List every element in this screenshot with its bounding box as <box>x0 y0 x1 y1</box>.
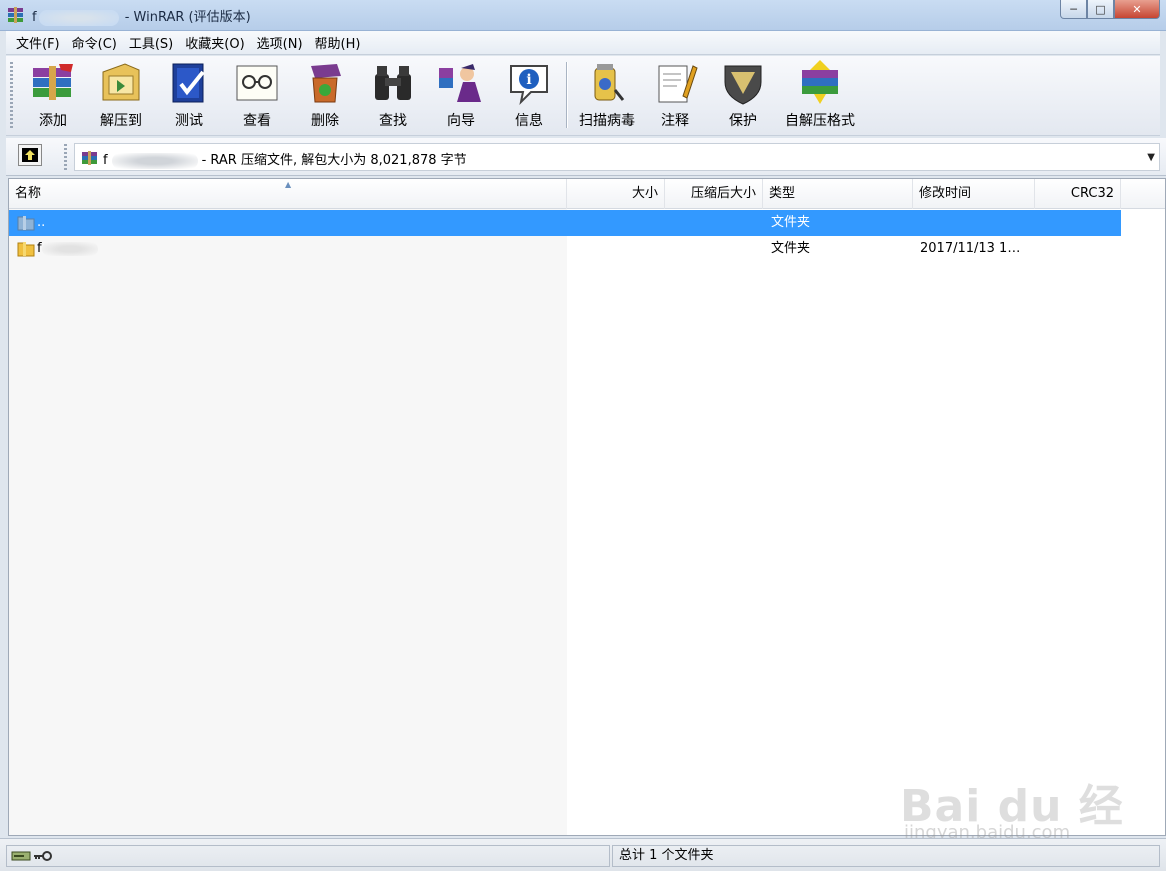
status-summary: 总计 1 个文件夹 <box>612 845 1160 867</box>
sort-ascending-icon: ▲ <box>285 180 292 189</box>
comment-icon <box>658 65 698 103</box>
redacted-folder-name <box>41 241 98 256</box>
add-label: 添加 <box>39 113 67 129</box>
test-button[interactable]: 测试 <box>156 60 222 132</box>
menu-tools[interactable]: 工具(S) <box>123 33 179 52</box>
delete-button[interactable]: 删除 <box>292 60 358 132</box>
folder-icon <box>17 242 35 257</box>
list-header: 名称 ▲ 大小 压缩后大小 类型 修改时间 CRC32 <box>9 179 1165 209</box>
scan-virus-button[interactable]: 扫描病毒 <box>572 60 642 132</box>
maximize-button[interactable]: □ <box>1087 0 1114 19</box>
toolbar-separator <box>566 62 568 128</box>
menu-help[interactable]: 帮助(H) <box>309 33 367 52</box>
svg-text:i: i <box>526 72 531 88</box>
key-icon[interactable] <box>33 850 53 862</box>
sfx-label: 自解压格式 <box>785 113 855 129</box>
window-controls: ─ □ ✕ <box>1060 0 1160 20</box>
find-label: 查找 <box>379 113 407 129</box>
drive-icon[interactable] <box>11 850 31 862</box>
status-left-pane <box>6 845 610 867</box>
wizard-button[interactable]: 向导 <box>428 60 494 132</box>
row-type: 文件夹 <box>771 241 811 256</box>
address-prefix: f <box>103 153 108 168</box>
menu-bar: 文件(F) 命令(C) 工具(S) 收藏夹(O) 选项(N) 帮助(H) <box>6 31 1160 55</box>
table-row-folder[interactable]: f 文件夹 2017/11/13 1… <box>9 236 1121 262</box>
winrar-app-icon[interactable] <box>6 5 26 25</box>
column-header-size[interactable]: 大小 <box>567 179 665 209</box>
status-bar: 总计 1 个文件夹 <box>0 838 1166 871</box>
redacted-filename <box>38 9 119 26</box>
add-archive-icon <box>33 64 73 100</box>
extract-to-button[interactable]: 解压到 <box>88 60 154 132</box>
extract-to-label: 解压到 <box>100 113 142 129</box>
menu-file[interactable]: 文件(F) <box>10 33 66 52</box>
toolbar: 添加 解压到 测试 查看 删除 查找 向导 i 信息 扫描病毒 注释 保护 自解… <box>6 56 1160 136</box>
delete-label: 删除 <box>311 113 339 129</box>
up-arrow-icon <box>22 148 38 162</box>
address-text: f - RAR 压缩文件, 解包大小为 8,021,878 字节 <box>103 149 467 169</box>
row-name: .. <box>37 215 46 230</box>
column-header-packed[interactable]: 压缩后大小 <box>665 179 763 209</box>
column-header-type[interactable]: 类型 <box>763 179 913 209</box>
view-button[interactable]: 查看 <box>224 60 290 132</box>
parent-folder-icon <box>17 216 35 231</box>
sfx-button[interactable]: 自解压格式 <box>778 60 862 132</box>
rar-archive-icon <box>82 151 97 165</box>
window-title-prefix: f <box>32 10 37 25</box>
view-label: 查看 <box>243 113 271 129</box>
address-grip[interactable] <box>64 144 67 172</box>
address-dropdown-icon[interactable]: ▼ <box>1147 152 1155 163</box>
scan-virus-label: 扫描病毒 <box>579 113 635 129</box>
add-button[interactable]: 添加 <box>20 60 86 132</box>
redacted-archive-name <box>111 152 198 169</box>
test-label: 测试 <box>175 113 203 129</box>
column-header-crc[interactable]: CRC32 <box>1035 179 1121 209</box>
test-icon <box>172 63 205 103</box>
close-button[interactable]: ✕ <box>1114 0 1160 19</box>
info-button[interactable]: i 信息 <box>496 60 562 132</box>
protect-button[interactable]: 保护 <box>710 60 776 132</box>
wizard-label: 向导 <box>447 113 475 129</box>
table-row-parent[interactable]: .. 文件夹 <box>9 210 1121 236</box>
toolbar-grip[interactable] <box>10 62 13 130</box>
address-field[interactable]: f - RAR 压缩文件, 解包大小为 8,021,878 字节 ▼ <box>74 143 1160 171</box>
info-icon: i <box>510 65 548 106</box>
extract-to-icon <box>102 63 140 101</box>
up-folder-button[interactable] <box>18 144 42 166</box>
shield-icon <box>724 65 762 105</box>
wizard-icon <box>439 64 481 102</box>
address-bar: f - RAR 压缩文件, 解包大小为 8,021,878 字节 ▼ <box>6 138 1166 176</box>
menu-options[interactable]: 选项(N) <box>251 33 309 52</box>
name-column-shade <box>9 209 567 835</box>
minimize-button[interactable]: ─ <box>1060 0 1087 19</box>
window-title: f - WinRAR (评估版本) <box>32 6 251 26</box>
row-name: f <box>37 236 98 262</box>
row-type: 文件夹 <box>771 215 811 230</box>
window-title-suffix: - WinRAR (评估版本) <box>120 10 251 25</box>
sfx-icon <box>802 60 838 104</box>
comment-label: 注释 <box>661 113 689 129</box>
row-modified: 2017/11/13 1… <box>920 241 1021 256</box>
file-list[interactable]: 名称 ▲ 大小 压缩后大小 类型 修改时间 CRC32 .. 文件夹 f 文件夹… <box>8 178 1166 836</box>
find-button[interactable]: 查找 <box>360 60 426 132</box>
binoculars-icon <box>375 66 411 100</box>
scan-virus-icon <box>594 64 625 101</box>
info-label: 信息 <box>515 113 543 129</box>
menu-favorites[interactable]: 收藏夹(O) <box>179 33 250 52</box>
column-header-modified[interactable]: 修改时间 <box>913 179 1035 209</box>
title-bar[interactable]: f - WinRAR (评估版本) ─ □ ✕ <box>0 0 1166 31</box>
view-icon <box>236 65 278 101</box>
menu-commands[interactable]: 命令(C) <box>66 33 123 52</box>
address-suffix: - RAR 压缩文件, 解包大小为 8,021,878 字节 <box>201 153 467 168</box>
protect-label: 保护 <box>729 113 757 129</box>
row-name-prefix: f <box>37 241 42 256</box>
comment-button[interactable]: 注释 <box>642 60 708 132</box>
delete-icon <box>311 64 341 103</box>
